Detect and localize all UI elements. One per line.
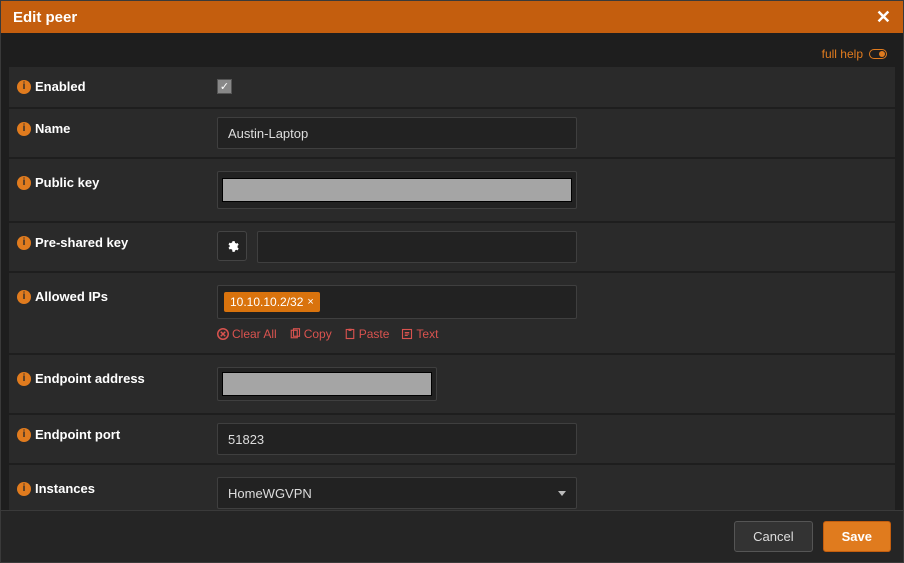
info-icon[interactable]: i [17, 290, 31, 304]
paste-icon [344, 328, 356, 340]
info-icon[interactable]: i [17, 236, 31, 250]
info-icon[interactable]: i [17, 122, 31, 136]
save-button[interactable]: Save [823, 521, 891, 552]
row-instances: i Instances HomeWGVPN Clear All [9, 465, 895, 510]
clear-icon [217, 328, 229, 340]
label-endpoint-port: i Endpoint port [17, 423, 217, 442]
row-psk: i Pre-shared key [9, 223, 895, 271]
info-icon[interactable]: i [17, 80, 31, 94]
label-allowed-ips: i Allowed IPs [17, 285, 217, 304]
endpoint-address-input[interactable] [217, 367, 437, 401]
text-button[interactable]: Text [401, 327, 438, 341]
row-public-key: i Public key [9, 159, 895, 221]
row-endpoint-port: i Endpoint port [9, 415, 895, 463]
label-psk: i Pre-shared key [17, 231, 217, 250]
instances-select[interactable]: HomeWGVPN [217, 477, 577, 509]
remove-tag-icon[interactable]: × [307, 296, 313, 308]
public-key-input[interactable] [217, 171, 577, 209]
copy-icon [289, 328, 301, 340]
label-enabled: i Enabled [17, 75, 217, 94]
row-name: i Name [9, 109, 895, 157]
cancel-button[interactable]: Cancel [734, 521, 812, 552]
label-endpoint-address: i Endpoint address [17, 367, 217, 386]
allowed-ips-input[interactable]: 10.10.10.2/32 × [217, 285, 577, 319]
row-endpoint-address: i Endpoint address [9, 355, 895, 413]
endpoint-port-input[interactable] [217, 423, 577, 455]
info-icon[interactable]: i [17, 482, 31, 496]
full-help-label: full help [822, 47, 863, 61]
modal-body: full help i Enabled ✓ i Name [1, 33, 903, 510]
enabled-checkbox[interactable]: ✓ [217, 79, 232, 94]
paste-button[interactable]: Paste [344, 327, 390, 341]
row-allowed-ips: i Allowed IPs 10.10.10.2/32 × Clear All [9, 273, 895, 353]
allowed-ips-actions: Clear All Copy Paste Text [217, 325, 577, 341]
modal-titlebar: Edit peer ✕ [1, 1, 903, 33]
full-help-toggle[interactable]: full help [9, 39, 895, 67]
close-icon[interactable]: ✕ [876, 8, 891, 26]
info-icon[interactable]: i [17, 372, 31, 386]
info-icon[interactable]: i [17, 176, 31, 190]
chevron-down-icon [558, 491, 566, 496]
modal-title: Edit peer [13, 9, 77, 26]
label-public-key: i Public key [17, 171, 217, 190]
info-icon[interactable]: i [17, 428, 31, 442]
row-enabled: i Enabled ✓ [9, 67, 895, 107]
redacted-value [222, 372, 432, 396]
generate-psk-button[interactable] [217, 231, 247, 261]
copy-button[interactable]: Copy [289, 327, 332, 341]
name-input[interactable] [217, 117, 577, 149]
edit-peer-modal: Edit peer ✕ full help i Enabled ✓ i Name [0, 0, 904, 563]
redacted-value [222, 178, 572, 202]
label-instances: i Instances [17, 477, 217, 496]
text-icon [401, 328, 413, 340]
label-name: i Name [17, 117, 217, 136]
psk-input[interactable] [257, 231, 577, 263]
modal-footer: Cancel Save [1, 510, 903, 562]
ip-tag[interactable]: 10.10.10.2/32 × [224, 292, 320, 312]
clear-all-button[interactable]: Clear All [217, 327, 277, 341]
gear-icon [226, 240, 239, 253]
toggle-icon [869, 49, 887, 59]
